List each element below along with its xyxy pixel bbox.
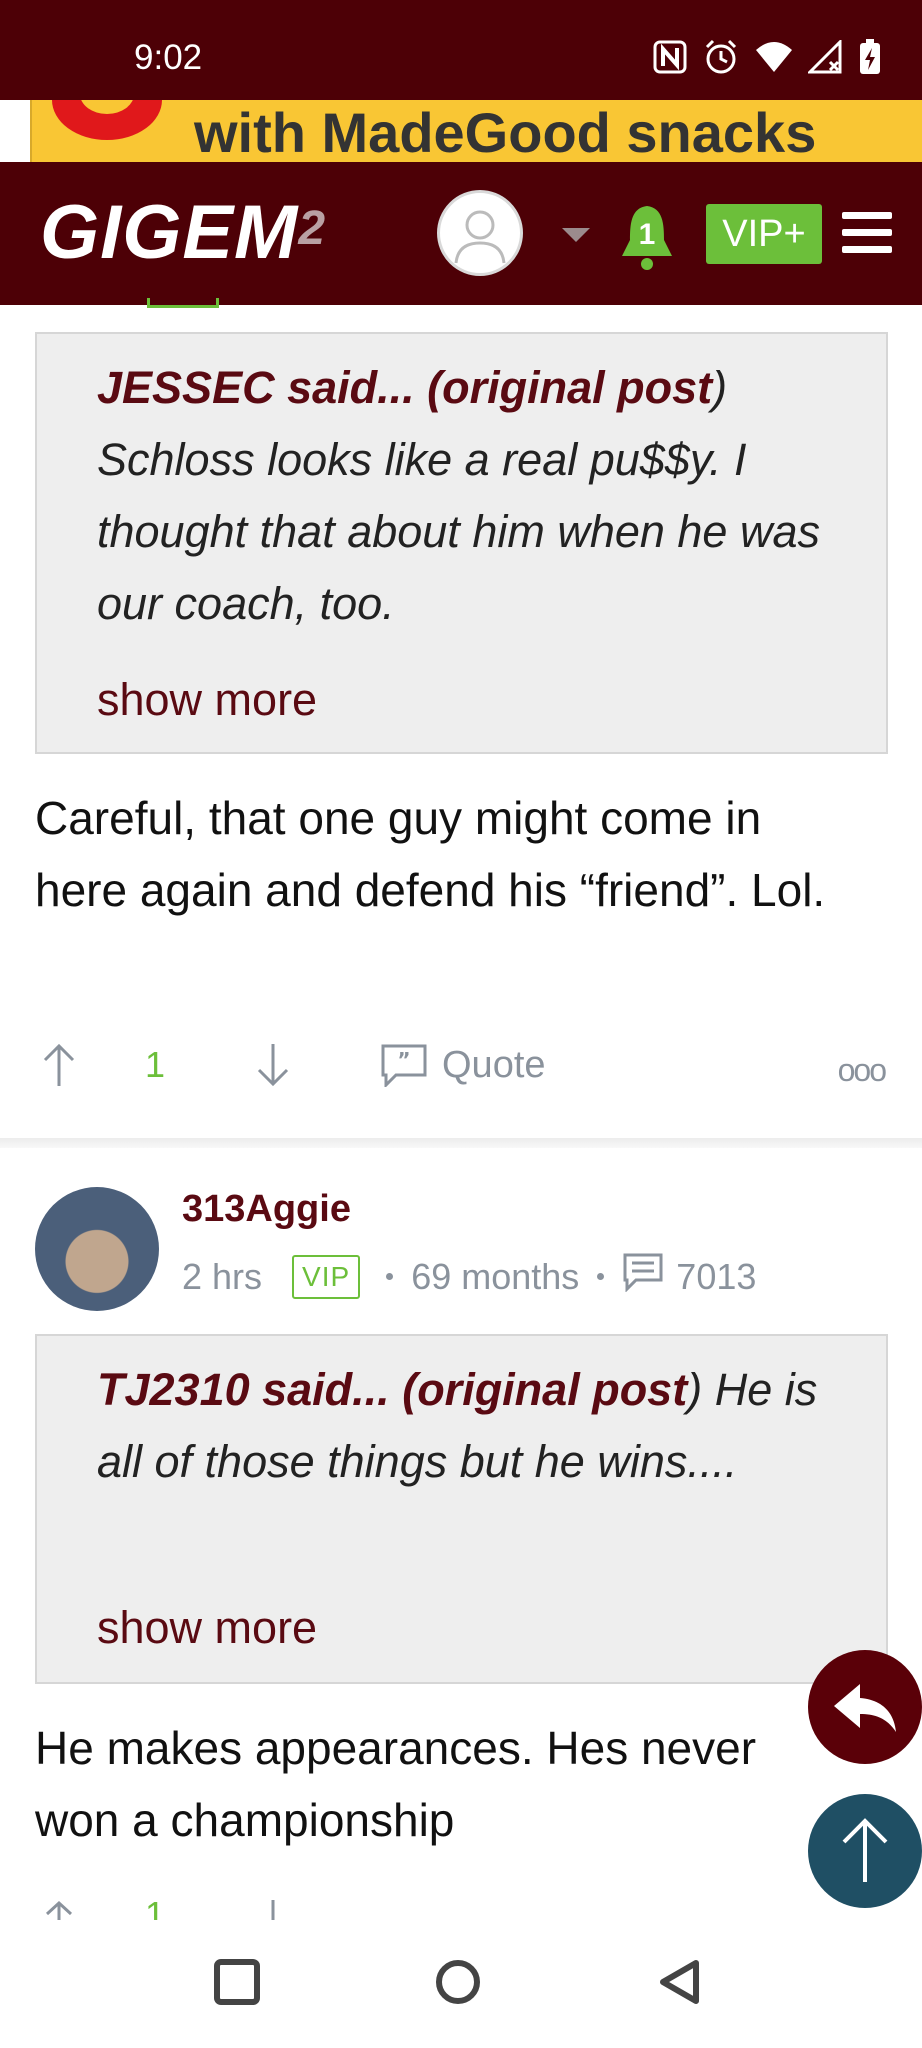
chevron-down-icon[interactable] [562, 228, 590, 242]
reply-arrow-icon [834, 1684, 896, 1732]
signal-icon [808, 40, 844, 74]
quote-block: TJ2310 said... (original post) He is all… [35, 1334, 888, 1684]
battery-charging-icon [858, 38, 882, 76]
scroll-to-top-button[interactable] [808, 1794, 922, 1908]
quote-author: TJ2310 said... [97, 1364, 390, 1415]
more-options-icon[interactable]: ooo [838, 1052, 887, 1089]
original-post-link[interactable]: (original post [402, 1364, 687, 1415]
quote-block: JESSEC said... (original post) Schloss l… [35, 332, 888, 754]
comment-actions-partial: 1 Quote [0, 1900, 922, 1920]
upvote-icon[interactable] [39, 1040, 79, 1090]
site-logo[interactable]: GIGEM2 [40, 188, 326, 278]
post-count: 7013 [676, 1255, 757, 1297]
user-silhouette-icon [454, 210, 506, 264]
vote-count: 1 [145, 1044, 166, 1085]
hamburger-menu-icon[interactable] [842, 212, 892, 254]
quote-author: JESSEC said... [97, 362, 415, 413]
ad-logo [52, 100, 162, 140]
comment-divider [0, 1138, 922, 1148]
previous-badge-fragment [147, 298, 219, 308]
arrow-up-icon [842, 1818, 888, 1882]
site-header: GIGEM2 1 VIP+ [0, 162, 922, 305]
status-bar: 9:02 [0, 0, 922, 100]
original-post-link[interactable]: (original post [427, 362, 712, 413]
quote-text: Schloss looks like a real pu$$y. I thoug… [97, 434, 820, 629]
quote-label: Quote [380, 1912, 484, 1920]
comment-time: 2 hrs [182, 1255, 263, 1297]
notification-count: 1 [638, 218, 656, 251]
downvote-icon[interactable] [253, 1900, 293, 1920]
vote-count: 1 [145, 1900, 165, 1920]
comment-body: He makes appearances. Hes never won a ch… [35, 1722, 757, 1846]
svg-text:”: ” [397, 1048, 410, 1072]
user-avatar[interactable] [437, 190, 523, 276]
show-more-link[interactable]: show more [97, 674, 317, 726]
brand-name: GIGEM [40, 190, 299, 275]
member-tenure: 69 months [411, 1255, 580, 1297]
quote-button[interactable]: ” Quote [380, 1040, 546, 1090]
comment-username[interactable]: 313Aggie [182, 1188, 351, 1231]
meta-separator [597, 1273, 605, 1280]
meta-separator [386, 1273, 394, 1280]
downvote-icon[interactable] [253, 1040, 293, 1090]
wifi-icon [754, 40, 794, 74]
nfc-icon [652, 39, 688, 75]
reply-button[interactable] [808, 1650, 922, 1764]
show-more-link[interactable]: show more [97, 1602, 317, 1654]
ad-banner[interactable]: with MadeGood snacks [0, 100, 922, 162]
vip-button[interactable]: VIP+ [706, 204, 822, 264]
comment-body: Careful, that one guy might come in here… [35, 792, 826, 916]
home-icon[interactable] [434, 1958, 482, 2011]
back-icon[interactable] [656, 1958, 704, 2011]
alarm-icon [702, 38, 740, 76]
brand-sup: 2 [298, 202, 327, 255]
quote-button[interactable]: Quote [380, 1912, 484, 1920]
system-nav-bar [0, 1920, 922, 2048]
comment-actions: 1 ” Quote ooo [35, 1040, 895, 1100]
status-time: 9:02 [134, 38, 203, 77]
quote-label: Quote [442, 1044, 546, 1086]
upvote-icon[interactable] [39, 1900, 79, 1920]
vip-badge: VIP [292, 1254, 361, 1299]
recents-icon[interactable] [213, 1958, 261, 2011]
comment-meta: 2 hrs VIP 69 months 7013 [182, 1252, 756, 1301]
notifications-bell[interactable]: 1 [616, 202, 678, 272]
ad-text: with MadeGood snacks [194, 101, 817, 163]
quote-icon: ” [381, 1044, 427, 1087]
avatar[interactable] [35, 1187, 159, 1311]
posts-icon [622, 1252, 664, 1301]
